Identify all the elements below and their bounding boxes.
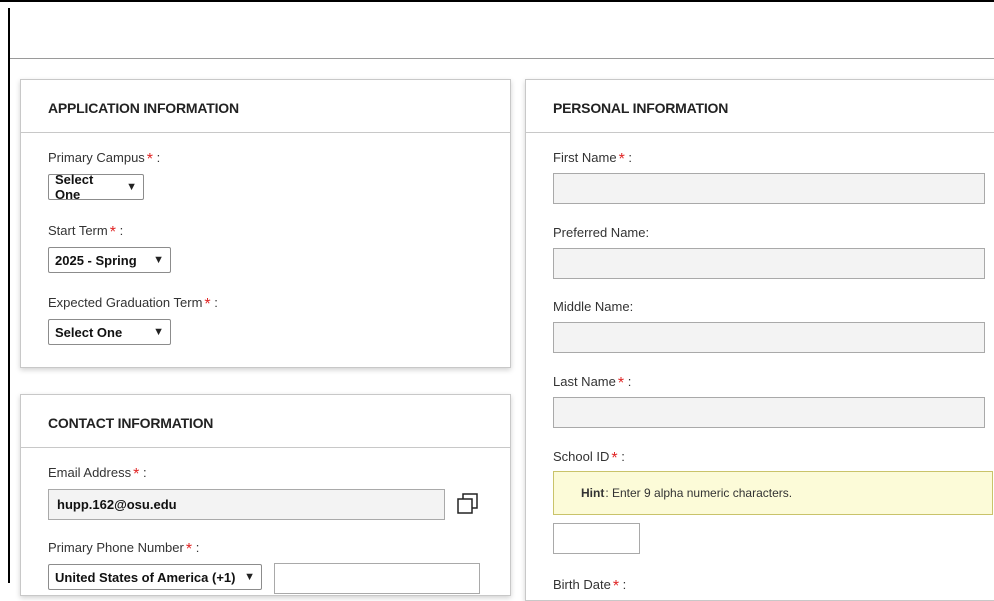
middle-name-label: Middle Name:	[553, 299, 634, 314]
start-term-label: Start Term * :	[48, 223, 124, 241]
header-divider	[10, 58, 994, 59]
birth-date-label: Birth Date * :	[553, 577, 627, 595]
chevron-down-icon: ▼	[244, 571, 255, 583]
chevron-down-icon: ▼	[126, 181, 137, 193]
first-name-input[interactable]	[553, 173, 985, 204]
primary-phone-label: Primary Phone Number * :	[48, 540, 200, 558]
phone-country-select[interactable]: United States of America (+1) ▼	[48, 564, 262, 590]
preferred-name-input[interactable]	[553, 248, 985, 279]
email-address-input[interactable]: hupp.162@osu.edu	[48, 489, 445, 520]
card-divider	[21, 447, 510, 448]
hint-prefix: Hint	[581, 486, 605, 500]
required-marker: *	[146, 151, 154, 168]
personal-information-card: PERSONAL INFORMATION First Name * : Prefe…	[525, 79, 994, 601]
hint-text: : Enter 9 alpha numeric characters.	[605, 486, 793, 500]
card-divider	[526, 132, 994, 133]
copy-icon[interactable]	[457, 493, 479, 515]
graduation-term-select[interactable]: Select One ▼	[48, 319, 171, 345]
graduation-term-label: Expected Graduation Term * :	[48, 295, 218, 313]
contact-information-card: CONTACT INFORMATION Email Address * : hup…	[20, 394, 511, 596]
required-marker: *	[617, 375, 625, 392]
application-information-title: APPLICATION INFORMATION	[48, 100, 239, 116]
primary-campus-select[interactable]: Select One ▼	[48, 172, 144, 202]
application-information-card: APPLICATION INFORMATION Primary Campus * …	[20, 79, 511, 368]
school-id-hint: Hint: Enter 9 alpha numeric characters.	[553, 471, 993, 515]
primary-phone-input[interactable]	[274, 563, 480, 594]
card-divider	[21, 132, 510, 133]
first-name-label: First Name * :	[553, 150, 633, 168]
required-marker: *	[185, 541, 193, 558]
start-term-select[interactable]: 2025 - Spring ▼	[48, 247, 171, 273]
school-id-input[interactable]	[553, 523, 640, 554]
primary-campus-label: Primary Campus * :	[48, 150, 161, 168]
required-marker: *	[133, 466, 140, 483]
preferred-name-label: Preferred Name:	[553, 225, 650, 240]
window-left-border	[8, 8, 10, 583]
window-top-border	[0, 0, 994, 10]
last-name-input[interactable]	[553, 397, 985, 428]
required-marker: *	[611, 450, 618, 467]
school-id-label: School ID * :	[553, 449, 625, 467]
required-marker: *	[612, 578, 620, 595]
email-address-label: Email Address * :	[48, 465, 147, 483]
chevron-down-icon: ▼	[153, 254, 164, 266]
personal-information-title: PERSONAL INFORMATION	[553, 100, 729, 116]
required-marker: *	[204, 296, 211, 313]
required-marker: *	[618, 151, 625, 168]
required-marker: *	[109, 224, 116, 241]
last-name-label: Last Name * :	[553, 374, 632, 392]
middle-name-input[interactable]	[553, 322, 985, 353]
chevron-down-icon: ▼	[153, 326, 164, 338]
contact-information-title: CONTACT INFORMATION	[48, 415, 214, 431]
